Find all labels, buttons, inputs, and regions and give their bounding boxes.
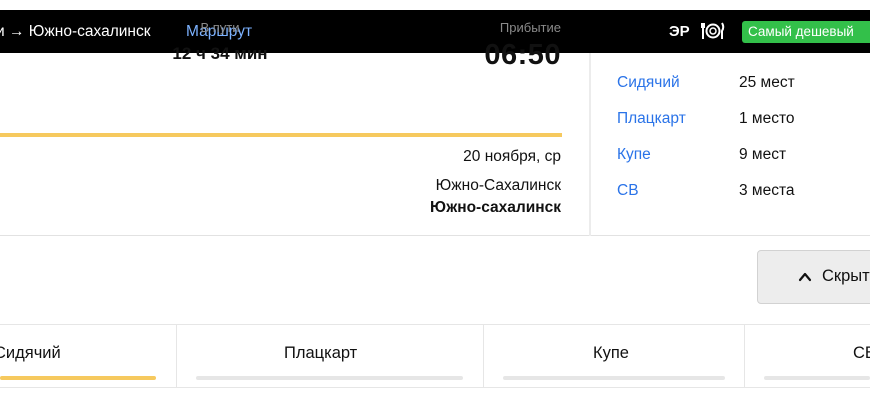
seat-count: 3 места xyxy=(739,182,795,199)
car-type-tabs: Сидячий Плацкарт Купе СВ xyxy=(0,324,870,388)
seat-row-kupe: Купе 9 мест xyxy=(617,146,857,168)
tab-indicator xyxy=(764,376,870,380)
travel-time-value: 12 ч 34 мин xyxy=(172,44,268,63)
tab-platskart[interactable]: Плацкарт xyxy=(177,325,483,387)
arrival-station: Южно-сахалинск xyxy=(430,199,561,216)
hide-button[interactable]: Скрыть xyxy=(757,250,870,304)
tab-label: Плацкарт xyxy=(284,344,358,362)
meal-icon xyxy=(701,21,725,41)
tab-sv[interactable]: СВ xyxy=(745,325,870,387)
hide-button-label: Скрыть xyxy=(822,267,870,285)
seat-row-platskart: Плацкарт 1 место xyxy=(617,110,857,132)
seat-type-link[interactable]: СВ xyxy=(617,182,639,200)
travel-time-label: В пути xyxy=(200,20,240,35)
tab-label: СВ xyxy=(853,344,870,362)
tab-kupe[interactable]: Купе xyxy=(484,325,744,387)
tab-indicator xyxy=(0,376,156,380)
chevron-up-icon xyxy=(798,270,812,284)
tab-sitting[interactable]: Сидячий xyxy=(0,325,176,387)
tab-label: Купе xyxy=(593,344,629,362)
arrival-time: 06:50 xyxy=(484,39,561,71)
seat-type-link[interactable]: Плацкарт xyxy=(617,110,686,128)
arrival-city: Южно-Сахалинск xyxy=(435,177,561,194)
cheapest-badge: Самый дешевый xyxy=(742,21,870,43)
panel-divider xyxy=(589,53,591,236)
arrival-label: Прибытие xyxy=(499,20,561,35)
seat-row-sv: СВ 3 места xyxy=(617,182,857,204)
seat-type-link[interactable]: Купе xyxy=(617,146,651,164)
tab-indicator xyxy=(503,376,725,380)
tab-label: Сидячий xyxy=(0,344,61,362)
seat-row-sitting: Сидячий 25 мест xyxy=(617,74,857,96)
seat-count: 1 место xyxy=(739,110,795,127)
arrival-date: 20 ноября, ср xyxy=(463,148,561,165)
train-class-label: ЭР xyxy=(669,23,690,40)
tab-indicator xyxy=(196,376,463,380)
seat-count: 25 мест xyxy=(739,74,795,91)
seat-count: 9 мест xyxy=(739,146,787,163)
route-progress-line xyxy=(0,133,562,137)
seat-type-link[interactable]: Сидячий xyxy=(617,74,680,92)
